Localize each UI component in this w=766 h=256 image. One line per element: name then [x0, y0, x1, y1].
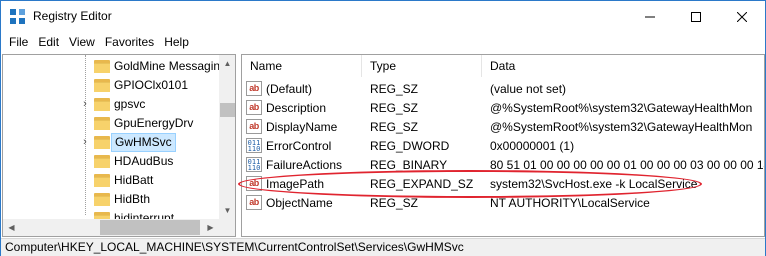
expand-chevron-icon[interactable]: ›: [79, 136, 91, 148]
folder-icon: [94, 154, 110, 168]
string-value-icon: ab: [246, 119, 262, 134]
menu-favorites[interactable]: Favorites: [100, 33, 159, 52]
value-name: ImagePath: [266, 177, 325, 191]
value-name: Description: [266, 101, 327, 115]
tree-item-label: HDAudBus: [114, 154, 174, 168]
maximize-icon: [691, 11, 701, 22]
folder-icon: [94, 59, 110, 73]
tree-item-label: GoldMine Messagin: [114, 59, 221, 73]
tree-horizontal-scrollbar[interactable]: ◀ ▶: [3, 219, 235, 236]
scroll-right-icon[interactable]: ▶: [202, 219, 219, 236]
menu-bar: File Edit View Favorites Help: [1, 32, 765, 53]
tree-item[interactable]: › gpsvc: [3, 95, 219, 114]
value-type: REG_SZ: [370, 196, 419, 210]
binary-value-icon: 011 110: [246, 138, 262, 153]
minimize-icon: [645, 16, 655, 17]
registry-value-row[interactable]: ab DisplayName REG_SZ @%SystemRoot%\system3…: [242, 117, 764, 136]
maximize-button[interactable]: [673, 1, 719, 32]
tree-item[interactable]: HidBth: [3, 190, 219, 209]
registry-value-row[interactable]: ab ImagePath REG_EXPAND_SZ system32\SvcHost…: [242, 174, 764, 193]
column-header-name[interactable]: Name: [242, 55, 362, 77]
expand-chevron-icon[interactable]: ›: [79, 98, 91, 110]
tree-item-label: HidBth: [114, 192, 151, 206]
column-header-data[interactable]: Data: [482, 55, 764, 77]
registry-editor-icon: [10, 9, 26, 25]
string-value-icon: ab: [246, 176, 262, 191]
values-list-pane[interactable]: Name Type Data ab (Default) REG_SZ (value n…: [241, 54, 765, 237]
value-type: REG_SZ: [370, 82, 419, 96]
registry-value-row[interactable]: ab (Default) REG_SZ (value not set): [242, 79, 764, 98]
scroll-down-icon[interactable]: ▼: [219, 202, 235, 219]
tree-scroll-thumb[interactable]: [220, 103, 235, 117]
string-value-icon: ab: [246, 100, 262, 115]
value-name: ErrorControl: [266, 139, 332, 153]
menu-file[interactable]: File: [4, 33, 33, 52]
folder-icon: [94, 192, 110, 206]
value-name: ObjectName: [266, 196, 333, 210]
value-name: FailureActions: [266, 158, 343, 172]
menu-help[interactable]: Help: [159, 33, 194, 52]
folder-icon: [94, 173, 110, 187]
close-button[interactable]: [719, 1, 765, 32]
value-name: DisplayName: [266, 120, 338, 134]
registry-editor-window: Registry Editor File Edit View Favorites…: [0, 0, 766, 256]
scroll-left-icon[interactable]: ◀: [3, 219, 20, 236]
value-type: REG_BINARY: [370, 158, 448, 172]
value-data: @%SystemRoot%\system32\GatewayHealthMon: [490, 101, 753, 115]
scroll-up-icon[interactable]: ▲: [219, 55, 235, 72]
window-title: Registry Editor: [33, 9, 112, 23]
tree-hscroll-thumb[interactable]: [100, 220, 200, 235]
folder-icon: [94, 97, 110, 111]
status-bar-path: Computer\HKEY_LOCAL_MACHINE\SYSTEM\Curre…: [1, 238, 765, 256]
string-value-icon: ab: [246, 195, 262, 210]
folder-icon: [94, 116, 110, 130]
string-value-icon: ab: [246, 81, 262, 96]
tree-vertical-scrollbar[interactable]: ▲ ▼: [219, 55, 235, 219]
tree-item-label: GpuEnergyDrv: [114, 116, 194, 130]
value-type: REG_DWORD: [370, 139, 450, 153]
binary-value-icon: 011 110: [246, 157, 262, 172]
value-data: system32\SvcHost.exe -k LocalService: [490, 177, 698, 191]
tree-item[interactable]: GPIOClx0101: [3, 76, 219, 95]
tree-item[interactable]: › GwHMSvc: [3, 133, 219, 152]
value-data: 80 51 01 00 00 00 00 00 01 00 00 00 03 0…: [490, 158, 765, 172]
column-header-type[interactable]: Type: [362, 55, 482, 77]
folder-icon: [94, 78, 110, 92]
tree-item-label: GPIOClx0101: [114, 78, 189, 92]
minimize-button[interactable]: [627, 1, 673, 32]
tree-item-label: HidBatt: [114, 173, 154, 187]
registry-value-row[interactable]: 011 110 ErrorControl REG_DWORD 0x00000001 (1…: [242, 136, 764, 155]
tree-item-label: gpsvc: [114, 97, 146, 111]
registry-value-row[interactable]: ab Description REG_SZ @%SystemRoot%\system3…: [242, 98, 764, 117]
tree-item[interactable]: HDAudBus: [3, 152, 219, 171]
tree-item[interactable]: HidBatt: [3, 171, 219, 190]
title-bar[interactable]: Registry Editor: [1, 1, 765, 32]
close-icon: [737, 11, 747, 22]
value-type: REG_SZ: [370, 101, 419, 115]
menu-edit[interactable]: Edit: [33, 33, 64, 52]
value-data: 0x00000001 (1): [490, 139, 575, 153]
registry-value-row[interactable]: 011 110 FailureActions REG_BINARY 80 51 01 0…: [242, 155, 765, 174]
value-type: REG_SZ: [370, 120, 419, 134]
tree-item-label: GwHMSvc: [111, 133, 176, 152]
tree-item[interactable]: GoldMine Messagin: [3, 57, 221, 76]
menu-view[interactable]: View: [64, 33, 100, 52]
tree-item[interactable]: GpuEnergyDrv: [3, 114, 219, 133]
value-data: (value not set): [490, 82, 567, 96]
value-name: (Default): [266, 82, 313, 96]
value-type: REG_EXPAND_SZ: [370, 177, 474, 191]
value-data: @%SystemRoot%\system32\GatewayHealthMon: [490, 120, 753, 134]
key-tree-pane[interactable]: GoldMine Messagin GPIOClx0101 › gpsvc GpuEne…: [2, 54, 236, 237]
registry-value-row[interactable]: ab ObjectName REG_SZ NT AUTHORITY\LocalServ…: [242, 193, 764, 212]
value-data: NT AUTHORITY\LocalService: [490, 196, 650, 210]
folder-icon: [94, 135, 110, 149]
